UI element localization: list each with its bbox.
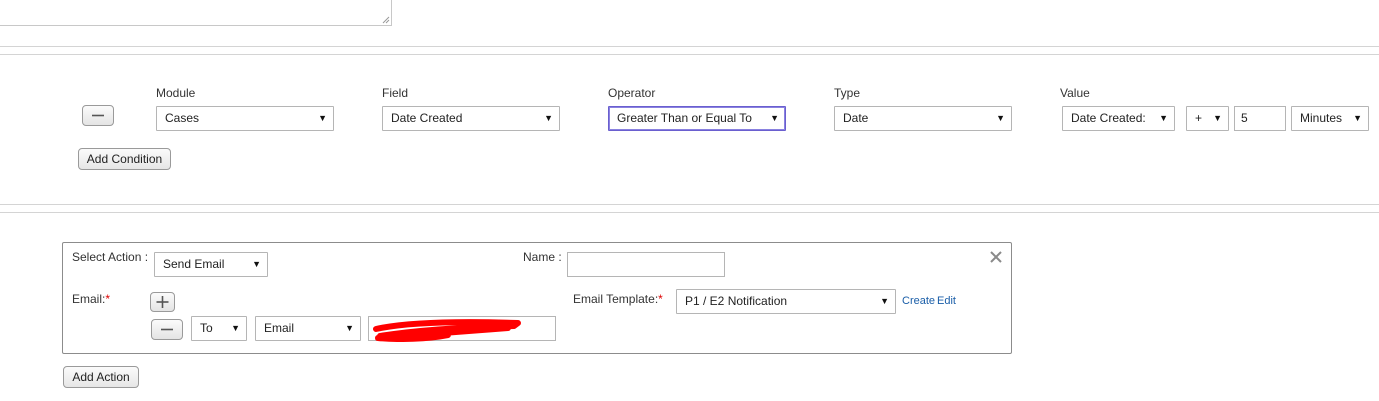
type-select-value: Date <box>843 111 869 125</box>
recipient-type-select[interactable]: To ▼ <box>191 316 247 341</box>
recipient-type-value: To <box>200 321 213 335</box>
field-select-value: Date Created <box>391 111 463 125</box>
triangle-down-icon: ▼ <box>770 113 779 123</box>
value-date-field-select[interactable]: Date Created: ▼ <box>1062 106 1175 131</box>
triangle-down-icon: ▼ <box>996 113 1005 123</box>
field-select[interactable]: Date Created ▼ <box>382 106 560 131</box>
create-template-link[interactable]: Create <box>902 295 935 307</box>
value-unit-value: Minutes <box>1300 111 1343 125</box>
triangle-down-icon: ▼ <box>318 113 327 123</box>
triangle-down-icon: ▼ <box>345 323 354 333</box>
redaction-scribble <box>373 319 521 342</box>
name-input[interactable] <box>567 252 725 277</box>
email-template-select[interactable]: P1 / E2 Notification ▼ <box>676 289 896 314</box>
minus-icon <box>92 114 104 117</box>
value-date-field-value: Date Created: <box>1071 111 1146 125</box>
email-template-value: P1 / E2 Notification <box>685 294 788 308</box>
name-label: Name : <box>523 250 562 264</box>
add-condition-button[interactable]: Add Condition <box>78 148 171 170</box>
operator-header: Operator <box>608 86 656 100</box>
type-header: Type <box>834 86 861 100</box>
value-header: Value <box>1060 86 1090 100</box>
add-action-button[interactable]: Add Action <box>63 366 139 388</box>
minus-icon <box>161 328 173 331</box>
email-label: Email:* <box>72 292 110 306</box>
description-textarea[interactable] <box>0 0 392 26</box>
recipient-mode-select[interactable]: Email ▼ <box>255 316 361 341</box>
value-amount-input[interactable]: 5 <box>1234 106 1286 131</box>
triangle-down-icon: ▼ <box>1353 113 1362 123</box>
triangle-down-icon: ▼ <box>1213 113 1222 123</box>
select-action-value: Send Email <box>163 257 225 271</box>
value-unit-select[interactable]: Minutes ▼ <box>1291 106 1369 131</box>
remove-condition-button[interactable] <box>82 105 114 126</box>
triangle-down-icon: ▼ <box>880 296 889 306</box>
required-mark: * <box>105 292 111 306</box>
module-header: Module <box>156 86 196 100</box>
section-divider <box>0 212 1379 213</box>
close-icon[interactable] <box>988 249 1004 265</box>
triangle-down-icon: ▼ <box>231 323 240 333</box>
section-divider <box>0 46 1379 47</box>
select-action-select[interactable]: Send Email ▼ <box>154 252 268 277</box>
type-select[interactable]: Date ▼ <box>834 106 1012 131</box>
operator-select[interactable]: Greater Than or Equal To ▼ <box>608 106 786 131</box>
value-sign-select[interactable]: + ▼ <box>1186 106 1229 131</box>
email-template-label-text: Email Template: <box>573 292 659 306</box>
triangle-down-icon: ▼ <box>1159 113 1168 123</box>
value-sign-value: + <box>1195 111 1203 125</box>
section-divider <box>0 204 1379 205</box>
module-select[interactable]: Cases ▼ <box>156 106 334 131</box>
required-mark: * <box>658 292 663 306</box>
add-recipient-button[interactable] <box>150 292 175 312</box>
edit-template-link[interactable]: Edit <box>937 295 956 307</box>
section-divider <box>0 54 1379 55</box>
operator-select-value: Greater Than or Equal To <box>617 111 752 125</box>
email-template-label: Email Template:* <box>573 292 663 306</box>
triangle-down-icon: ▼ <box>544 113 553 123</box>
module-select-value: Cases <box>165 111 200 125</box>
select-action-label: Select Action : <box>72 250 149 264</box>
recipient-mode-value: Email <box>264 321 295 335</box>
plus-icon <box>156 296 169 308</box>
triangle-down-icon: ▼ <box>252 259 261 269</box>
resize-grip-icon[interactable] <box>382 16 390 24</box>
email-label-text: Email: <box>72 292 106 306</box>
field-header: Field <box>382 86 409 100</box>
remove-recipient-button[interactable] <box>151 319 183 340</box>
